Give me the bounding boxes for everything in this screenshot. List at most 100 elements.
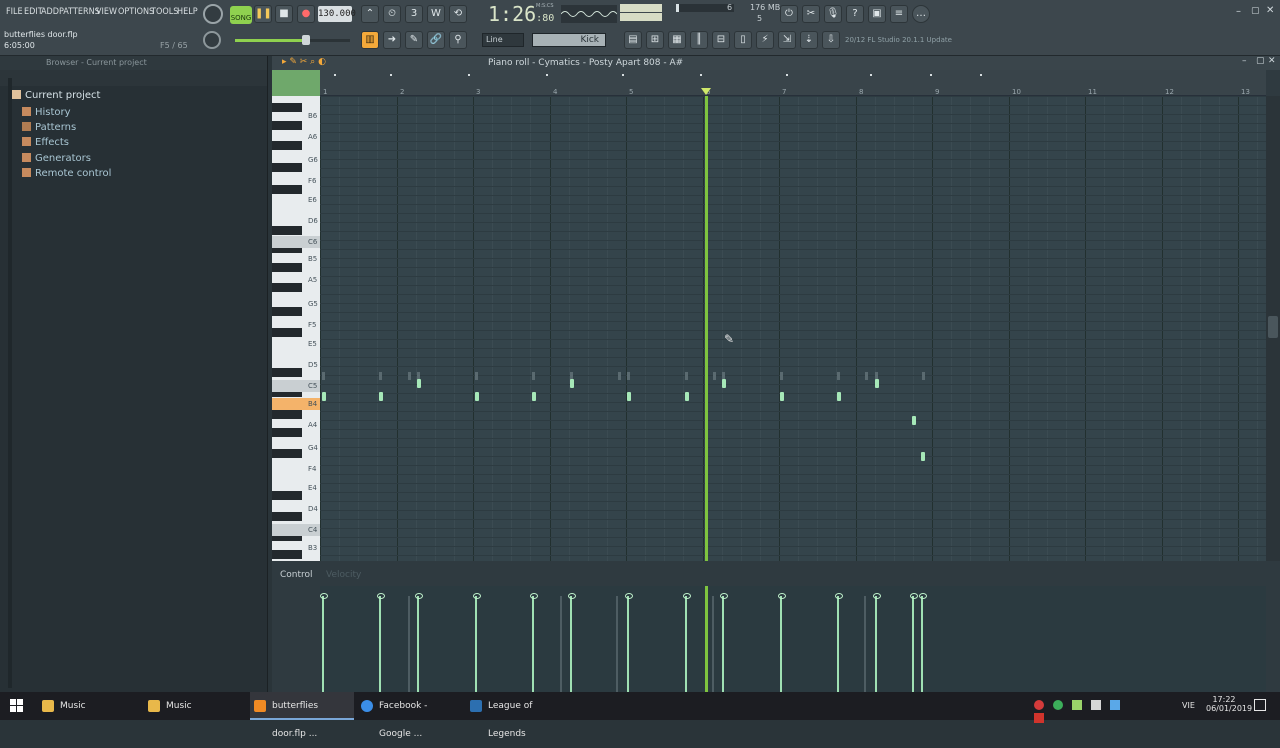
- scroll-thumb[interactable]: [1268, 316, 1278, 338]
- menu-help[interactable]: HELP: [177, 7, 198, 17]
- arrow-icon[interactable]: ➜: [383, 31, 401, 49]
- browser-scroll-strip[interactable]: [8, 78, 12, 688]
- velocity-bar[interactable]: [625, 593, 633, 692]
- browser-item-remote-control[interactable]: Remote control: [22, 168, 111, 179]
- playlist-icon[interactable]: ▤: [624, 31, 642, 49]
- notification-icon[interactable]: [1254, 699, 1266, 711]
- browser-item-effects[interactable]: Effects: [22, 137, 69, 148]
- velocity-bar[interactable]: [778, 593, 786, 692]
- maximize-icon[interactable]: ▢: [1251, 6, 1260, 16]
- loop-record-icon[interactable]: ⟲: [449, 5, 467, 23]
- stamp-icon[interactable]: ⚲: [449, 31, 467, 49]
- menu-tools[interactable]: TOOLS: [151, 7, 178, 17]
- velocity-lane[interactable]: [320, 586, 1266, 692]
- chat-icon[interactable]: …: [912, 5, 930, 23]
- step-edit-icon[interactable]: W: [427, 5, 445, 23]
- microphone-icon[interactable]: 🎙: [824, 5, 842, 23]
- black-key[interactable]: [272, 449, 302, 458]
- stop-button[interactable]: ■: [275, 5, 293, 23]
- close-icon[interactable]: ✕: [1266, 5, 1274, 16]
- pause-button[interactable]: ❚❚: [254, 5, 272, 23]
- vertical-scrollbar[interactable]: [1266, 96, 1280, 561]
- black-key[interactable]: [272, 283, 302, 292]
- piano-roll-icon[interactable]: ▥: [361, 31, 379, 49]
- help-icon[interactable]: ?: [846, 5, 864, 23]
- note[interactable]: [475, 392, 479, 401]
- countdown-icon[interactable]: 3: [405, 5, 423, 23]
- plugin-icon[interactable]: ⚡: [756, 31, 774, 49]
- menu-options[interactable]: OPTIONS: [118, 7, 154, 17]
- cut-tool-icon[interactable]: ✂: [802, 5, 820, 23]
- news-ticker[interactable]: 20/12 FL Studio 20.1.1 Update: [845, 36, 952, 44]
- velocity-bar[interactable]: [415, 593, 423, 692]
- velocity-bar[interactable]: [835, 593, 843, 692]
- mixer-view-icon[interactable]: ║: [690, 31, 708, 49]
- black-key[interactable]: [272, 163, 302, 172]
- control-label[interactable]: Control: [280, 570, 313, 580]
- velocity-bar[interactable]: [683, 593, 691, 692]
- black-key[interactable]: [272, 491, 302, 500]
- pitch-knob[interactable]: [203, 31, 221, 49]
- black-key[interactable]: [272, 121, 302, 130]
- pencil-icon[interactable]: ✎: [405, 31, 423, 49]
- velocity-bar[interactable]: [568, 593, 576, 692]
- black-key[interactable]: [272, 428, 302, 437]
- taskbar-chrome[interactable]: Facebook - Google ...: [357, 692, 461, 739]
- menu-patterns[interactable]: PATTERNS: [59, 7, 100, 17]
- taskbar-music-1[interactable]: Music: [38, 692, 142, 720]
- start-icon[interactable]: [10, 699, 23, 712]
- piano-keyboard[interactable]: B6 A6 G6 F6 E6 D6 C6 B5 A5 G5 F5 E5 D5 C5 B4 A4 G4 F4 E4 D4…: [272, 96, 320, 561]
- tempo-tap-icon[interactable]: ⇲: [778, 31, 796, 49]
- control-param[interactable]: Velocity: [326, 570, 361, 580]
- snap-corner[interactable]: [272, 70, 320, 96]
- note[interactable]: [570, 379, 574, 388]
- playhead[interactable]: [705, 96, 708, 561]
- tool-icons[interactable]: ▸ ✎ ✂ ⌕ ◐: [282, 57, 326, 67]
- metronome-icon[interactable]: ⌃: [361, 5, 379, 23]
- note[interactable]: [532, 392, 536, 401]
- velocity-bar[interactable]: [910, 593, 918, 692]
- link-icon[interactable]: 🔗: [427, 31, 445, 49]
- black-key[interactable]: [272, 512, 302, 521]
- slider-handle[interactable]: [302, 35, 310, 45]
- playhead-marker-icon[interactable]: [701, 88, 711, 95]
- black-key[interactable]: [272, 307, 302, 316]
- clipboard-icon[interactable]: ▯: [734, 31, 752, 49]
- menu-edit[interactable]: EDIT: [24, 7, 43, 17]
- black-key[interactable]: [272, 550, 302, 559]
- minimize-icon[interactable]: –: [1236, 6, 1241, 17]
- velocity-bar[interactable]: [873, 593, 881, 692]
- step-seq-icon[interactable]: ⊞: [646, 31, 664, 49]
- black-key[interactable]: [272, 226, 302, 235]
- note-grid[interactable]: ✎: [320, 96, 1266, 561]
- note[interactable]: [912, 416, 916, 425]
- browser-item-generators[interactable]: Generators: [22, 153, 91, 164]
- note[interactable]: [921, 452, 925, 461]
- tray-icons[interactable]: [1034, 700, 1138, 723]
- note[interactable]: [780, 392, 784, 401]
- browser-icon[interactable]: ⊟: [712, 31, 730, 49]
- black-key[interactable]: [272, 328, 302, 337]
- channel-rack-icon[interactable]: ▦: [668, 31, 686, 49]
- song-mode-toggle[interactable]: SONG: [230, 6, 252, 24]
- export-icon[interactable]: ⇣: [800, 31, 818, 49]
- browser-root[interactable]: Current project: [12, 90, 100, 101]
- black-key[interactable]: [272, 263, 302, 272]
- note[interactable]: [379, 392, 383, 401]
- browser-item-patterns[interactable]: Patterns: [22, 122, 76, 133]
- snap-select[interactable]: Line: [482, 33, 524, 47]
- save-icon[interactable]: ▣: [868, 5, 886, 23]
- mixer-icon[interactable]: ≡: [890, 5, 908, 23]
- menu-add[interactable]: ADD: [41, 7, 59, 17]
- black-key[interactable]: [272, 103, 302, 112]
- velocity-bar[interactable]: [919, 593, 927, 692]
- download-icon[interactable]: ⇩: [822, 31, 840, 49]
- velocity-bar[interactable]: [473, 593, 481, 692]
- pr-maximize-icon[interactable]: ▢: [1256, 56, 1265, 66]
- taskbar-music-2[interactable]: Music: [144, 692, 248, 720]
- note[interactable]: [875, 379, 879, 388]
- velocity-bar[interactable]: [720, 593, 728, 692]
- velocity-bar[interactable]: [320, 593, 328, 692]
- black-key[interactable]: [272, 368, 302, 377]
- taskbar-league[interactable]: League of Legends: [466, 692, 570, 739]
